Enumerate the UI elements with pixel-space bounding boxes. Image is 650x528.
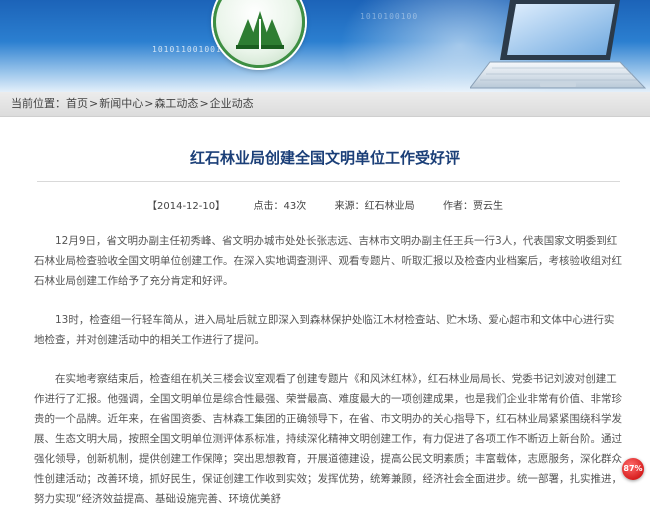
article-title: 红石林业局创建全国文明单位工作受好评 bbox=[189, 149, 460, 167]
article-paragraph: 在实地考察结束后，检查组在机关三楼会议室观看了创建专题片《和风沐红林》，红石林业… bbox=[34, 373, 622, 505]
breadcrumb-prefix: 当前位置： bbox=[11, 97, 66, 110]
article-date: 【2014-12-10】 bbox=[147, 201, 226, 212]
article-paragraph: 12月9日，省文明办副主任初秀峰、省文明办城市处处长张志远、吉林市文明办副主任王… bbox=[34, 235, 622, 287]
source-label: 来源： bbox=[334, 201, 365, 212]
breadcrumb-forestry-news-link[interactable]: 森工动态 bbox=[154, 97, 198, 110]
header-banner: 10101100100101 1010100100 bbox=[0, 0, 650, 92]
clicks-value: 43次 bbox=[283, 201, 307, 212]
forestry-logo[interactable] bbox=[213, 0, 305, 68]
breadcrumb-home-link[interactable]: 首页 bbox=[66, 97, 88, 110]
breadcrumb-enterprise-news-link[interactable]: 企业动态 bbox=[210, 97, 254, 110]
author-value: 贾云生 bbox=[472, 201, 503, 212]
author-label: 作者： bbox=[442, 201, 473, 212]
title-divider bbox=[37, 181, 620, 182]
breadcrumb-news-link[interactable]: 新闻中心 bbox=[99, 97, 143, 110]
article-body: 12月9日，省文明办副主任初秀峰、省文明办城市处处长张志远、吉林市文明办副主任王… bbox=[34, 231, 622, 528]
progress-badge[interactable]: 87% bbox=[622, 458, 644, 480]
breadcrumb-separator: > bbox=[89, 97, 99, 110]
tree-emblem-icon bbox=[236, 11, 284, 49]
source-value: 红石林业局 bbox=[364, 201, 415, 212]
breadcrumb-separator: > bbox=[144, 97, 154, 110]
laptop-illustration bbox=[470, 0, 647, 89]
breadcrumb: 当前位置：首页>新闻中心>森工动态>企业动态 bbox=[0, 92, 650, 117]
banner-binary-text: 1010100100 bbox=[360, 12, 419, 21]
clicks-label: 点击： bbox=[253, 201, 284, 212]
breadcrumb-separator: > bbox=[199, 97, 209, 110]
article-paragraph: 13时，检查组一行轻车简从，进入局址后就立即深入到森林保护处临江木材检查站、贮木… bbox=[34, 314, 615, 346]
article-meta: 【2014-12-10】 点击：43次 来源：红石林业局 作者：贾云生 bbox=[0, 197, 650, 212]
